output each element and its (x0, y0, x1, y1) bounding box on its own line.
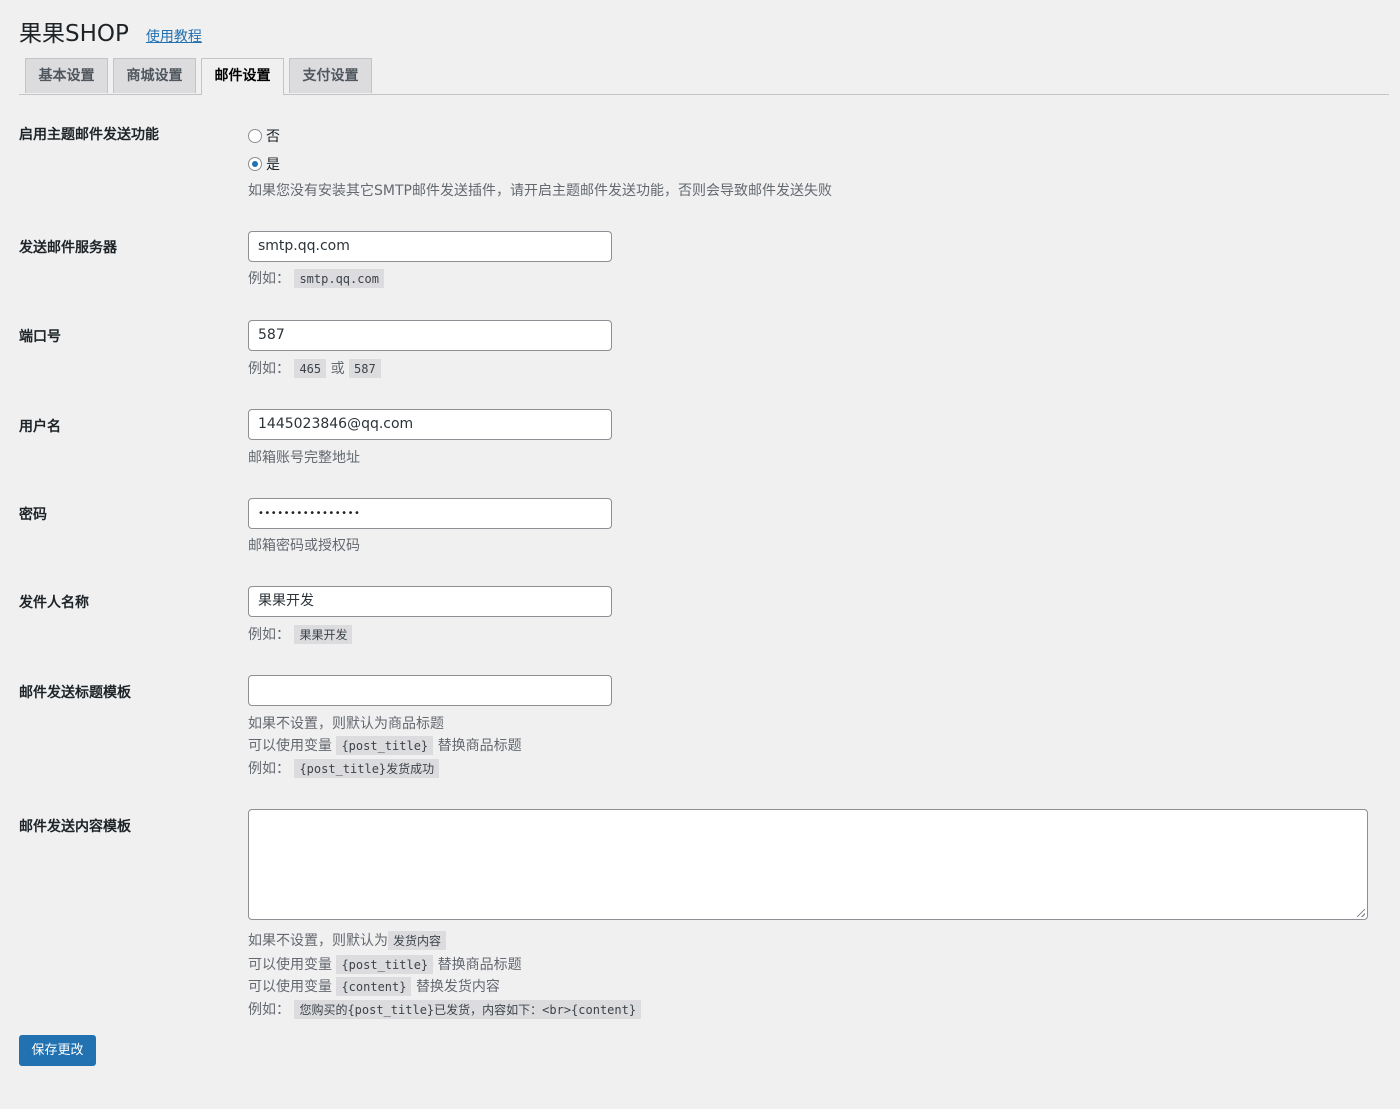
tab-shop-settings[interactable]: 商城设置 (113, 58, 196, 93)
desc-prefix: 如果不设置，则默认为 (248, 933, 388, 949)
subject-template-desc-2: 可以使用变量 {post_title} 替换商品标题 (248, 735, 522, 755)
content-template-textarea[interactable] (248, 809, 1368, 920)
page-header: 果果SHOP 使用教程 (19, 14, 202, 50)
radio-yes-label: 是 (266, 154, 280, 174)
desc-suffix: 替换商品标题 (438, 738, 522, 754)
tutorial-link[interactable]: 使用教程 (146, 26, 202, 46)
enable-mail-option-no[interactable]: 否 (248, 126, 280, 146)
sender-name-input[interactable]: 果果开发 (248, 586, 612, 617)
tab-basic-settings[interactable]: 基本设置 (25, 58, 108, 93)
enable-mail-label: 启用主题邮件发送功能 (19, 124, 159, 144)
example-code: 果果开发 (294, 625, 352, 644)
desc-prefix: 可以使用变量 (248, 957, 332, 973)
radio-yes[interactable] (248, 157, 262, 171)
sender-name-example: 例如： 果果开发 (248, 624, 352, 644)
password-label: 密码 (19, 504, 47, 524)
content-template-desc-1: 如果不设置，则默认为发货内容 (248, 930, 446, 950)
example-code: smtp.qq.com (294, 269, 383, 288)
subject-template-example: 例如： {post_title}发货成功 (248, 758, 439, 778)
example-code: 587 (349, 359, 381, 378)
sender-name-label: 发件人名称 (19, 592, 89, 612)
example-prefix: 例如： (248, 627, 290, 643)
settings-page: 果果SHOP 使用教程 基本设置 商城设置 邮件设置 支付设置 启用主题邮件发送… (0, 0, 1400, 1109)
desc-code: {content} (336, 977, 411, 996)
example-code: {post_title}发货成功 (294, 759, 439, 778)
password-description: 邮箱密码或授权码 (248, 535, 360, 555)
desc-prefix: 可以使用变量 (248, 738, 332, 754)
content-template-label: 邮件发送内容模板 (19, 816, 131, 836)
username-input[interactable]: 1445023846@qq.com (248, 409, 612, 440)
username-description: 邮箱账号完整地址 (248, 447, 360, 467)
desc-prefix: 可以使用变量 (248, 979, 332, 995)
username-label: 用户名 (19, 416, 61, 436)
port-label: 端口号 (19, 326, 61, 346)
content-template-example: 例如： 您购买的{post_title}已发货，内容如下：<br>{conten… (248, 999, 641, 1019)
radio-no[interactable] (248, 129, 262, 143)
subject-template-label: 邮件发送标题模板 (19, 682, 131, 702)
content-template-desc-2: 可以使用变量 {post_title} 替换商品标题 (248, 954, 522, 974)
enable-mail-description: 如果您没有安装其它SMTP邮件发送插件，请开启主题邮件发送功能，否则会导致邮件发… (248, 180, 832, 200)
save-button[interactable]: 保存更改 (19, 1035, 96, 1066)
subject-template-input[interactable] (248, 675, 612, 706)
example-prefix: 例如： (248, 271, 290, 287)
example-prefix: 例如： (248, 761, 290, 777)
example-prefix: 例如： (248, 1002, 290, 1018)
tab-payment-settings[interactable]: 支付设置 (289, 58, 372, 93)
page-title: 果果SHOP (19, 14, 129, 48)
settings-tabs: 基本设置 商城设置 邮件设置 支付设置 (19, 58, 1389, 95)
example-code: 465 (294, 359, 326, 378)
example-prefix: 例如： (248, 361, 290, 377)
smtp-server-input[interactable]: smtp.qq.com (248, 231, 612, 262)
port-input[interactable]: 587 (248, 320, 612, 351)
enable-mail-option-yes[interactable]: 是 (248, 154, 280, 174)
radio-no-label: 否 (266, 126, 280, 146)
desc-code: 发货内容 (388, 931, 446, 950)
desc-suffix: 替换发货内容 (416, 979, 500, 995)
port-example: 例如： 465 或 587 (248, 358, 381, 378)
desc-suffix: 替换商品标题 (438, 957, 522, 973)
example-code: 您购买的{post_title}已发货，内容如下：<br>{content} (294, 1000, 641, 1019)
subject-template-desc-1: 如果不设置，则默认为商品标题 (248, 713, 444, 733)
content-template-desc-3: 可以使用变量 {content} 替换发货内容 (248, 976, 500, 996)
desc-code: {post_title} (336, 736, 433, 755)
password-input[interactable]: •••••••••••••••• (248, 498, 612, 529)
smtp-server-label: 发送邮件服务器 (19, 237, 117, 257)
tab-mail-settings[interactable]: 邮件设置 (201, 58, 284, 95)
example-or: 或 (331, 361, 345, 377)
desc-code: {post_title} (336, 955, 433, 974)
resize-grip-icon[interactable] (1357, 909, 1365, 917)
smtp-server-example: 例如： smtp.qq.com (248, 268, 384, 288)
